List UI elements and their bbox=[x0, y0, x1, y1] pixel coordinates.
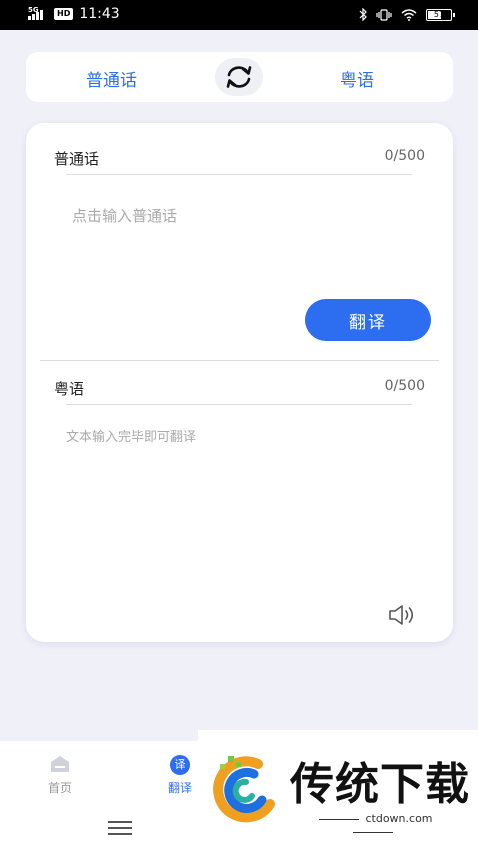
panel-divider bbox=[40, 360, 439, 361]
wifi-icon bbox=[401, 8, 417, 21]
speaker-icon[interactable] bbox=[387, 603, 419, 627]
nav-home[interactable]: 首页 bbox=[36, 755, 84, 796]
translation-output-hint: 文本输入完毕即可翻译 bbox=[66, 430, 197, 445]
target-char-count: 0/500 bbox=[384, 378, 425, 394]
translate-button[interactable]: 翻译 bbox=[305, 299, 431, 341]
source-language-button[interactable]: 普通话 bbox=[86, 66, 137, 91]
watermark: 传统下载 ctdown.com bbox=[198, 730, 478, 850]
signal-icon: 5G bbox=[28, 6, 50, 20]
target-language-button[interactable]: 粤语 bbox=[340, 66, 374, 91]
hd-badge: HD bbox=[54, 8, 74, 20]
watermark-url: ctdown.com bbox=[290, 812, 456, 838]
menu-gesture-icon[interactable] bbox=[108, 821, 132, 839]
watermark-logo-icon bbox=[213, 756, 275, 823]
translation-card: 普通话 0/500 翻译 粤语 0/500 文本输入完毕即可翻译 bbox=[26, 123, 453, 642]
status-bar: 5G HD 11:43 57 bbox=[0, 0, 478, 30]
nav-translate[interactable]: 译 翻译 bbox=[156, 755, 204, 796]
target-label: 粤语 bbox=[54, 380, 85, 398]
swap-languages-button[interactable] bbox=[215, 58, 263, 96]
watermark-text: 传统下载 bbox=[290, 759, 470, 810]
source-char-count: 0/500 bbox=[384, 148, 425, 164]
source-label: 普通话 bbox=[54, 150, 100, 168]
source-underline bbox=[66, 174, 412, 175]
battery-icon: 57 bbox=[426, 8, 455, 21]
swap-refresh-icon bbox=[226, 66, 252, 88]
status-time: 11:43 bbox=[79, 6, 120, 22]
nav-translate-label: 翻译 bbox=[167, 781, 192, 795]
translate-icon: 译 bbox=[170, 755, 190, 775]
status-left: 5G HD 11:43 bbox=[28, 6, 120, 22]
language-switch-bar: 普通话 粤语 bbox=[26, 52, 453, 102]
target-underline bbox=[66, 404, 412, 405]
vibrate-icon bbox=[376, 8, 392, 21]
bluetooth-icon bbox=[359, 8, 367, 21]
nav-home-label: 首页 bbox=[47, 781, 72, 795]
battery-level: 57 bbox=[433, 9, 445, 19]
home-icon bbox=[51, 756, 69, 772]
source-text-input[interactable] bbox=[72, 201, 412, 231]
status-right: 57 bbox=[359, 8, 455, 21]
